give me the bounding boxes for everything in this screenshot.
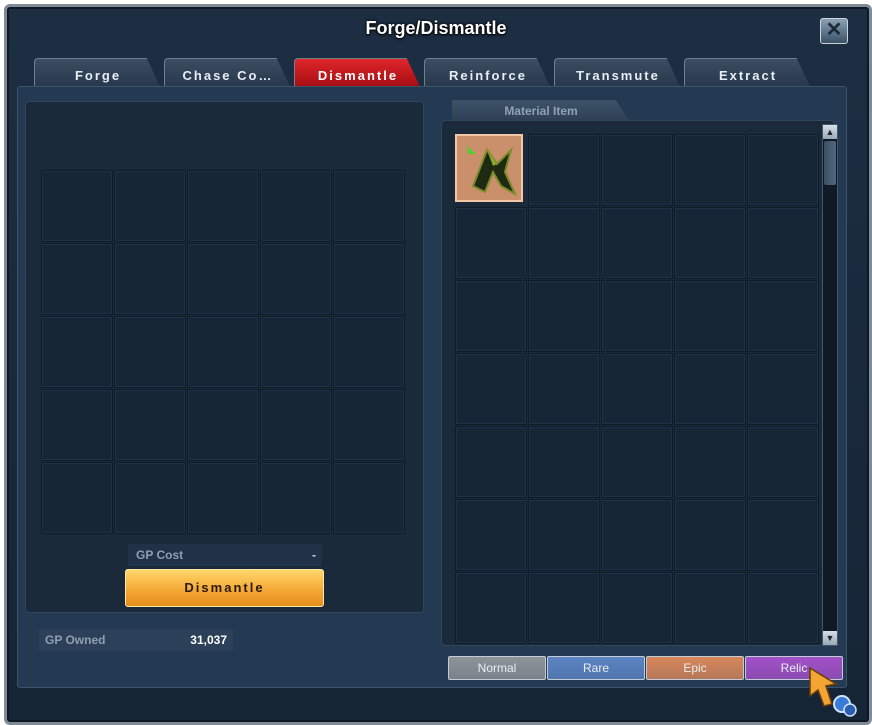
dismantle-slot[interactable] xyxy=(260,170,332,242)
material-slot[interactable] xyxy=(747,134,819,206)
material-slot[interactable] xyxy=(601,207,673,279)
dismantle-slot[interactable] xyxy=(187,389,259,461)
scroll-down-button[interactable]: ▼ xyxy=(823,631,837,645)
material-slot[interactable] xyxy=(528,207,600,279)
material-slot[interactable] xyxy=(455,353,527,425)
dismantle-slot[interactable] xyxy=(41,170,113,242)
green-blade-fragment-icon xyxy=(467,146,518,197)
scroll-up-button[interactable]: ▲ xyxy=(823,125,837,139)
material-slot[interactable] xyxy=(747,353,819,425)
dismantle-slot[interactable] xyxy=(114,243,186,315)
dismantle-slot[interactable] xyxy=(187,462,259,534)
dismantle-slot[interactable] xyxy=(41,389,113,461)
material-slot[interactable] xyxy=(674,280,746,352)
material-slot[interactable] xyxy=(455,426,527,498)
dismantle-slot[interactable] xyxy=(260,243,332,315)
material-slot[interactable] xyxy=(601,280,673,352)
material-slot[interactable] xyxy=(747,426,819,498)
material-slot[interactable] xyxy=(747,207,819,279)
material-slot[interactable] xyxy=(674,426,746,498)
dismantle-slot[interactable] xyxy=(187,243,259,315)
material-slot[interactable] xyxy=(674,353,746,425)
material-slot[interactable] xyxy=(601,426,673,498)
material-slot[interactable] xyxy=(455,280,527,352)
material-slot[interactable] xyxy=(455,572,527,644)
material-slot[interactable] xyxy=(601,572,673,644)
gp-cost-label: GP Cost xyxy=(136,548,184,562)
gp-cost-value: - xyxy=(312,548,316,562)
dismantle-slot[interactable] xyxy=(41,243,113,315)
gp-owned-value: 31,037 xyxy=(190,633,227,647)
material-slot[interactable] xyxy=(455,207,527,279)
dismantle-slot[interactable] xyxy=(333,316,405,388)
close-icon: ✕ xyxy=(825,19,843,41)
dismantle-slot[interactable] xyxy=(333,389,405,461)
dismantle-slot[interactable] xyxy=(114,462,186,534)
material-slot[interactable] xyxy=(455,499,527,571)
scroll-thumb[interactable] xyxy=(824,141,836,185)
dismantle-slot[interactable] xyxy=(260,316,332,388)
gp-owned-label: GP Owned xyxy=(45,633,106,647)
dismantle-slot[interactable] xyxy=(333,462,405,534)
dismantle-slot[interactable] xyxy=(333,243,405,315)
gp-owned-bar: GP Owned 31,037 xyxy=(39,629,233,651)
material-slot[interactable] xyxy=(528,572,600,644)
material-slot[interactable] xyxy=(747,499,819,571)
close-button[interactable]: ✕ xyxy=(820,18,848,44)
filter-rare-button[interactable]: Rare xyxy=(547,656,645,680)
material-slot[interactable] xyxy=(528,134,600,206)
material-slot[interactable] xyxy=(674,572,746,644)
material-slot[interactable] xyxy=(747,572,819,644)
material-slot[interactable] xyxy=(674,134,746,206)
filter-epic-button[interactable]: Epic xyxy=(646,656,744,680)
material-slot[interactable] xyxy=(528,280,600,352)
material-slot[interactable] xyxy=(601,134,673,206)
material-slot[interactable] xyxy=(601,353,673,425)
material-slot[interactable] xyxy=(747,280,819,352)
gp-cost-bar: GP Cost - xyxy=(128,544,322,566)
dismantle-slot[interactable] xyxy=(187,316,259,388)
material-slot[interactable] xyxy=(674,207,746,279)
dismantle-slot[interactable] xyxy=(41,316,113,388)
dismantle-button[interactable]: Dismantle xyxy=(125,569,324,607)
dismantle-slot[interactable] xyxy=(114,170,186,242)
filter-normal-button[interactable]: Normal xyxy=(448,656,546,680)
dismantle-slot[interactable] xyxy=(41,462,113,534)
material-scrollbar[interactable]: ▲ ▼ xyxy=(822,124,838,646)
dismantle-slot[interactable] xyxy=(333,170,405,242)
dismantle-slot[interactable] xyxy=(260,389,332,461)
dismantle-slot[interactable] xyxy=(187,170,259,242)
dismantle-slot[interactable] xyxy=(114,316,186,388)
material-slot-item[interactable] xyxy=(455,134,523,202)
dismantle-slot[interactable] xyxy=(260,462,332,534)
material-slot[interactable] xyxy=(528,353,600,425)
material-slot[interactable] xyxy=(528,426,600,498)
material-item-tab[interactable]: Material Item xyxy=(452,100,630,122)
material-slot[interactable] xyxy=(601,499,673,571)
window-title: Forge/Dismantle xyxy=(365,18,507,38)
material-slot[interactable] xyxy=(674,499,746,571)
material-slot[interactable] xyxy=(528,499,600,571)
cursor-pointer-icon xyxy=(809,666,857,717)
dismantle-slot[interactable] xyxy=(114,389,186,461)
